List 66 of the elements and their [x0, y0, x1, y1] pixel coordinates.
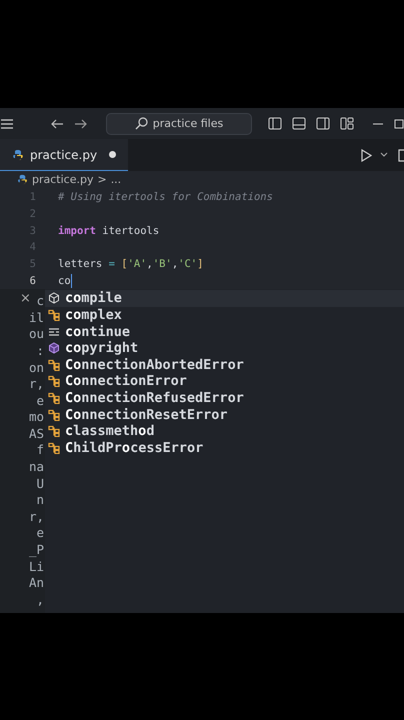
- breadcrumb-separator: >: [97, 173, 107, 186]
- doc-text: il: [28, 310, 44, 326]
- doc-text: r,: [28, 508, 44, 526]
- suggestion-item[interactable]: ChildProcessError: [45, 439, 404, 456]
- suggestion-item[interactable]: ConnectionRefusedError: [45, 390, 404, 406]
- class-icon: [48, 392, 60, 404]
- suggestion-item[interactable]: complex: [45, 306, 404, 324]
- class-icon: [48, 358, 60, 371]
- suggestion-item[interactable]: copyright: [45, 340, 404, 356]
- run-icon[interactable]: [360, 148, 372, 162]
- editor-tab[interactable]: practice.py: [0, 139, 128, 171]
- search-icon: [134, 117, 148, 130]
- suggestion-item[interactable]: compile: [45, 290, 404, 307]
- suggestion-item[interactable]: ConnectionResetError: [45, 406, 404, 423]
- doc-text: AS: [28, 426, 44, 442]
- class-icon: [48, 442, 60, 454]
- python-file-icon: [12, 148, 24, 160]
- breadcrumb-item[interactable]: practice.py: [32, 173, 94, 186]
- layout-icon[interactable]: [268, 117, 282, 130]
- back-arrow-icon[interactable]: [50, 118, 64, 130]
- doc-text: U: [36, 476, 44, 492]
- doc-text: e: [36, 392, 44, 410]
- search-field[interactable]: practice files: [106, 112, 252, 134]
- doc-text: Li: [28, 558, 44, 576]
- breadcrumb-item[interactable]: ...: [110, 173, 122, 186]
- code-line: co: [58, 274, 71, 287]
- menu-icon[interactable]: [0, 118, 14, 130]
- doc-text: _P: [28, 542, 44, 559]
- split-icon[interactable]: [316, 117, 330, 130]
- suggestion-item[interactable]: ConnectionAbortedError: [45, 356, 404, 374]
- doc-text: :: [36, 342, 44, 360]
- class-icon: [48, 309, 60, 322]
- doc-text: mo: [28, 409, 44, 426]
- python-file-icon: [17, 174, 28, 185]
- cube-icon: [48, 342, 60, 354]
- suggestion-item[interactable]: classmethod: [45, 422, 404, 440]
- doc-text: f: [36, 442, 44, 460]
- class-icon: [48, 425, 60, 438]
- doc-text: on: [28, 360, 44, 376]
- keyword-icon: [48, 326, 60, 338]
- cube-icon: [48, 292, 60, 304]
- code-line: letters = ['A','B','C']: [58, 258, 204, 270]
- text-cursor: [70, 274, 72, 288]
- code-line: # Using itertools for Combinations: [58, 191, 273, 204]
- doc-text: c: [36, 293, 44, 310]
- forward-arrow-icon[interactable]: [74, 118, 88, 130]
- chevron-down-icon[interactable]: [380, 152, 388, 158]
- maximize-icon[interactable]: [394, 118, 404, 128]
- close-button[interactable]: ×: [20, 291, 31, 308]
- suggestion-item[interactable]: ConnectionError: [45, 373, 404, 390]
- tab-label: practice.py: [30, 148, 98, 162]
- doc-text: e: [36, 525, 44, 542]
- class-icon: [48, 375, 60, 388]
- split-editor-icon[interactable]: [398, 148, 404, 162]
- doc-text: ou: [28, 326, 44, 343]
- suggestion-item[interactable]: continue: [45, 323, 404, 340]
- doc-text: na: [28, 459, 44, 476]
- class-icon: [48, 408, 60, 421]
- doc-text: ,: [36, 592, 44, 608]
- doc-text: r,: [28, 376, 44, 393]
- doc-text: n: [36, 492, 44, 509]
- doc-text: An: [28, 575, 44, 592]
- code-line: import itertools: [58, 224, 160, 237]
- panel-icon[interactable]: [292, 117, 306, 130]
- line-number: 6: [28, 274, 36, 287]
- grid-icon[interactable]: [340, 117, 354, 130]
